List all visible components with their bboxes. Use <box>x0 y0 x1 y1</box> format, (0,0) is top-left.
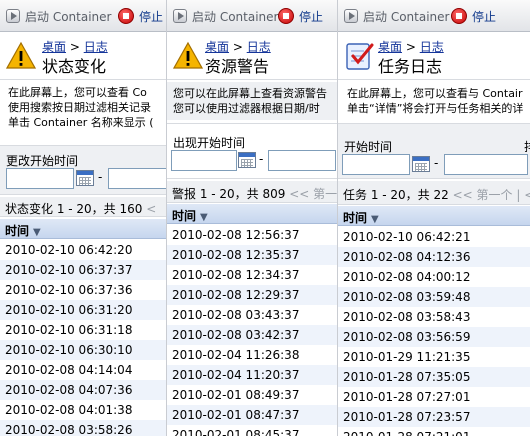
pager-nav[interactable]: << 第一个 | < <box>453 188 530 202</box>
pager-nav[interactable]: < <box>146 202 156 216</box>
table-row[interactable]: 2010-02-08 03:42:37 <box>167 325 342 345</box>
sort-desc-icon: ▼ <box>33 227 41 238</box>
table-row[interactable]: 2010-01-29 11:21:35 <box>338 347 530 367</box>
calendar-icon[interactable] <box>412 156 430 172</box>
toolbar: 启动 Container 停止 <box>167 0 342 32</box>
calendar-icon[interactable] <box>238 152 256 168</box>
start-container-button[interactable]: 启动 Container <box>6 8 111 24</box>
table-row[interactable]: 2010-02-04 11:26:38 <box>167 345 342 365</box>
table-row[interactable]: 2010-02-08 03:59:48 <box>338 287 530 307</box>
stop-button[interactable]: 停止 <box>278 8 323 24</box>
log-rows: 2010-02-08 12:56:37 2010-02-08 12:35:37 … <box>167 225 342 436</box>
end-date-input[interactable] <box>444 154 528 175</box>
filter-bar: 更改开始时间 - <box>0 145 170 195</box>
filter-bar: 出现开始时间 - <box>167 123 342 179</box>
table-row[interactable]: 2010-01-28 07:21:01 <box>338 427 530 436</box>
task-checklist-icon <box>346 43 374 70</box>
start-date-input[interactable] <box>6 168 74 189</box>
log-rows: 2010-02-10 06:42:21 2010-02-08 04:12:36 … <box>338 227 530 436</box>
page-title: 任务日志 <box>378 57 443 76</box>
description: 在此屏幕上，您可以查看与 Contair 单击“详情”将会打开与任务相关的详 <box>338 82 530 120</box>
breadcrumb-log[interactable]: 日志 <box>420 40 444 54</box>
table-row[interactable]: 2010-02-08 12:29:37 <box>167 285 342 305</box>
table-row[interactable]: 2010-02-10 06:42:20 <box>0 240 170 260</box>
sort-desc-icon: ▼ <box>200 212 208 223</box>
toolbar: 启动 Container 停止 <box>0 0 170 32</box>
start-icon <box>173 9 187 23</box>
description: 您可以在此屏幕上查看资源警告 您可以使用过滤器根据日期/时 <box>167 82 342 120</box>
table-row[interactable]: 2010-02-08 04:00:12 <box>338 267 530 287</box>
start-icon <box>344 9 358 23</box>
table-row[interactable]: 2010-02-08 04:14:04 <box>0 360 170 380</box>
warning-icon <box>6 41 36 69</box>
stop-icon <box>451 8 467 24</box>
end-date-input[interactable] <box>268 150 336 171</box>
table-row[interactable]: 2010-02-10 06:31:20 <box>0 300 170 320</box>
panel-resource-alerts: 启动 Container 停止 桌面 > 日志 资源警告 您可以在此屏幕上查看资… <box>166 0 342 436</box>
pager: 警报 1 - 20，共 809 << 第一 <box>167 181 342 203</box>
end-date-input[interactable] <box>108 168 170 189</box>
start-date-input[interactable] <box>171 150 237 171</box>
table-row[interactable]: 2010-02-08 04:01:38 <box>0 400 170 420</box>
breadcrumb-desktop[interactable]: 桌面 <box>205 40 229 54</box>
breadcrumb-desktop[interactable]: 桌面 <box>42 40 66 54</box>
panel-task-log: 启动 Container 停止 桌面 > 日志 任务日志 在此屏幕上，您可以查看… <box>337 0 530 436</box>
table-row[interactable]: 2010-02-10 06:37:36 <box>0 280 170 300</box>
table-row[interactable]: 2010-02-01 08:47:37 <box>167 405 342 425</box>
toolbar: 启动 Container 停止 <box>338 0 530 32</box>
table-row[interactable]: 2010-02-08 03:58:26 <box>0 420 170 436</box>
pager-nav[interactable]: << 第一 <box>289 187 337 201</box>
warning-icon <box>173 41 203 69</box>
page-header: 桌面 > 日志 资源警告 <box>167 33 342 80</box>
page-title: 状态变化 <box>42 57 107 76</box>
stop-button[interactable]: 停止 <box>451 8 496 24</box>
description: 在此屏幕上，您可以查看 Co 使用搜索按日期过滤相关记录 单击 Containe… <box>0 82 170 129</box>
table-row[interactable]: 2010-02-01 08:45:37 <box>167 425 342 436</box>
table-row[interactable]: 2010-02-01 08:49:37 <box>167 385 342 405</box>
pager: 任务 1 - 20，共 22 << 第一个 | < <box>338 181 530 205</box>
table-row[interactable]: 2010-02-10 06:31:18 <box>0 320 170 340</box>
column-header-time[interactable]: 时间 ▼ <box>0 219 170 239</box>
breadcrumb-desktop[interactable]: 桌面 <box>378 40 402 54</box>
page-header: 桌面 > 日志 任务日志 <box>338 33 530 80</box>
stop-icon <box>278 8 294 24</box>
sort-label: 排 <box>524 138 530 155</box>
sort-desc-icon: ▼ <box>371 214 379 225</box>
table-row[interactable]: 2010-01-28 07:27:01 <box>338 387 530 407</box>
stop-icon <box>118 8 134 24</box>
table-row[interactable]: 2010-02-08 12:34:37 <box>167 265 342 285</box>
table-row[interactable]: 2010-02-08 04:12:36 <box>338 247 530 267</box>
table-row[interactable]: 2010-02-08 03:43:37 <box>167 305 342 325</box>
breadcrumb-log[interactable]: 日志 <box>247 40 271 54</box>
start-container-button[interactable]: 启动 Container <box>173 8 278 24</box>
table-row[interactable]: 2010-01-28 07:23:57 <box>338 407 530 427</box>
table-row[interactable]: 2010-02-08 12:35:37 <box>167 245 342 265</box>
table-row[interactable]: 2010-01-28 07:35:05 <box>338 367 530 387</box>
table-row[interactable]: 2010-02-08 03:58:43 <box>338 307 530 327</box>
filter-bar: 开始时间 排 - <box>338 123 530 179</box>
filter-label: 开始时间 <box>344 140 393 154</box>
table-row[interactable]: 2010-02-08 12:56:37 <box>167 225 342 245</box>
page-title: 资源警告 <box>205 57 270 76</box>
stop-button[interactable]: 停止 <box>118 8 163 24</box>
panel-status-changes: 启动 Container 停止 桌面 > 日志 状态变化 在此屏幕上，您可以查看… <box>0 0 170 436</box>
filter-label: 出现开始时间 <box>173 136 246 150</box>
start-icon <box>6 9 20 23</box>
start-container-button[interactable]: 启动 Container <box>344 8 449 24</box>
start-date-input[interactable] <box>342 154 410 175</box>
column-header-time[interactable]: 时间 ▼ <box>338 206 530 226</box>
breadcrumb-log[interactable]: 日志 <box>84 40 108 54</box>
table-row[interactable]: 2010-02-08 03:56:59 <box>338 327 530 347</box>
table-row[interactable]: 2010-02-10 06:42:21 <box>338 227 530 247</box>
table-row[interactable]: 2010-02-08 04:07:36 <box>0 380 170 400</box>
column-header-time[interactable]: 时间 ▼ <box>167 204 342 224</box>
table-row[interactable]: 2010-02-10 06:30:10 <box>0 340 170 360</box>
pager: 状态变化 1 - 20，共 160 < <box>0 197 170 217</box>
table-row[interactable]: 2010-02-10 06:37:37 <box>0 260 170 280</box>
calendar-icon[interactable] <box>76 170 94 186</box>
table-row[interactable]: 2010-02-04 11:20:37 <box>167 365 342 385</box>
log-rows: 2010-02-10 06:42:20 2010-02-10 06:37:37 … <box>0 240 170 436</box>
page-header: 桌面 > 日志 状态变化 <box>0 33 170 80</box>
filter-label: 更改开始时间 <box>6 154 79 168</box>
